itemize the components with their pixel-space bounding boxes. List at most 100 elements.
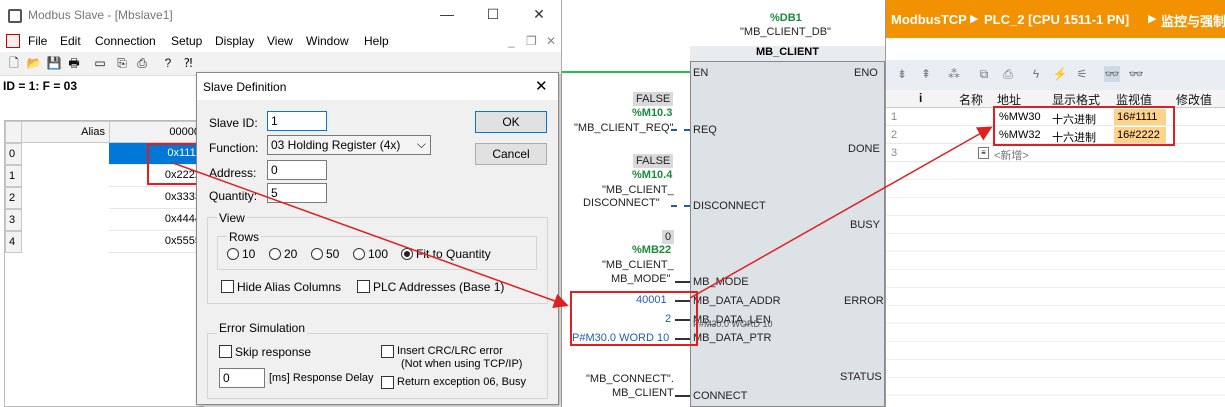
table-row[interactable]: 0x3333 <box>109 187 205 209</box>
monitor-all-icon[interactable]: 👓 <box>1104 66 1120 82</box>
block-title: MB_CLIENT <box>690 46 885 62</box>
rows-option-label: Fit to Quantity <box>416 247 491 261</box>
menu-edit[interactable]: Edit <box>60 34 81 48</box>
function-select[interactable]: 03 Holding Register (4x) ⌵ <box>267 135 431 155</box>
insert-crc-note: (Not when using TCP/IP) <box>401 358 523 370</box>
rows-label: Rows <box>227 230 262 244</box>
close-icon[interactable]: ✕ <box>524 6 554 26</box>
insert-crc-checkbox[interactable] <box>381 345 394 358</box>
minimize-icon[interactable]: — <box>432 6 462 26</box>
skip-response-checkbox[interactable] <box>219 345 232 358</box>
rows-radio-fit[interactable] <box>401 248 413 260</box>
hide-alias-checkbox[interactable] <box>221 280 234 293</box>
response-delay-input[interactable]: 0 <box>219 368 265 388</box>
menu-display[interactable]: Display <box>215 34 254 48</box>
db-name: %DB1 <box>770 12 802 24</box>
disc-address: %M10.4 <box>632 169 673 181</box>
slave-id-input[interactable]: 1 <box>267 111 327 131</box>
force-icon[interactable]: ϟ <box>1028 66 1044 82</box>
insert-crc-label: Insert CRC/LRC error <box>397 345 503 357</box>
error-sim-label: Error Simulation <box>217 321 308 335</box>
return-exception-checkbox[interactable] <box>381 376 394 389</box>
db-symbol: "MB_CLIENT_DB" <box>740 26 831 38</box>
modify-icon[interactable]: ⁂ <box>946 66 962 82</box>
unforce-icon[interactable]: ⚟ <box>1074 66 1090 82</box>
breadcrumb: ModbusTCP ▶ PLC_2 [CPU 1511-1 PN] ▶ 监控与强… <box>886 0 1225 38</box>
breadcrumb-project[interactable]: ModbusTCP <box>891 12 967 27</box>
save-icon[interactable]: 💾 <box>46 55 62 71</box>
new-row-icon: ≡ <box>978 147 989 159</box>
pin-mb-data-ptr: MB_DATA_PTR <box>693 332 772 344</box>
monitor-icon[interactable]: ⧉ <box>976 66 992 82</box>
highlight-box-watch <box>993 106 1175 146</box>
rows-radio-20[interactable] <box>269 248 281 260</box>
rows-radio-100[interactable] <box>353 248 365 260</box>
pin-disconnect: DISCONNECT <box>693 200 766 212</box>
mode-wire <box>675 281 690 283</box>
table-row[interactable]: 0x4444 <box>109 209 205 231</box>
plc-addresses-checkbox[interactable] <box>357 280 370 293</box>
help-icon[interactable]: ? <box>160 55 176 71</box>
rows-option-label: 20 <box>284 247 298 261</box>
window-icon[interactable]: ▭ <box>92 55 108 71</box>
title-bar: Modbus Slave - [Mbslave1] — ☐ ✕ <box>0 0 561 32</box>
mode-symbol-2: MB_MODE" <box>611 273 671 285</box>
row-number: 3 <box>891 147 898 159</box>
view-label: View <box>217 211 247 225</box>
context-help-icon[interactable]: ⁈ <box>180 55 196 71</box>
row-number: 2 <box>891 129 898 141</box>
quantity-input[interactable]: 5 <box>267 183 327 203</box>
close-icon[interactable]: ✕ <box>535 77 548 95</box>
rows-radio-10[interactable] <box>227 248 239 260</box>
req-wire <box>671 129 690 131</box>
menu-window[interactable]: Window <box>306 34 349 48</box>
mb-client-block-view: %DB1 "MB_CLIENT_DB" MB_CLIENT EN REQ DIS… <box>562 0 885 407</box>
connect-icon[interactable]: ⎘ <box>114 55 130 71</box>
mode-value: 0 <box>662 230 675 244</box>
breadcrumb-watch[interactable]: 监控与强制 <box>1161 11 1225 30</box>
mdi-restore-icon[interactable]: ❐ <box>526 34 537 48</box>
mode-symbol-1: "MB_CLIENT_ <box>602 259 674 271</box>
force-all-icon[interactable]: ⚡ <box>1052 66 1068 82</box>
mdi-minimize-icon[interactable]: _ <box>508 34 515 48</box>
ok-button[interactable]: OK <box>475 111 547 133</box>
watch-toolbar: ⇟ ⇞ ⁂ ⧉ ⎙ ϟ ⚡ ⚟ 👓 👓 <box>886 60 1225 90</box>
row-number: 0 <box>5 143 22 165</box>
pin-overlap-text: P#M30.0 WORD 10 <box>693 319 773 329</box>
print-icon[interactable]: 🖶 <box>66 55 82 71</box>
display-format-icon[interactable]: ⎙ <box>1000 66 1016 82</box>
mode-address: %MB22 <box>632 244 672 256</box>
menu-file[interactable]: File <box>28 34 47 48</box>
alias-header: Alias <box>21 121 110 143</box>
return-exception-label: Return exception 06, Busy <box>397 376 527 388</box>
table-row[interactable] <box>886 144 1225 162</box>
add-new-row[interactable]: <新增> <box>994 147 1029 163</box>
mdi-close-icon[interactable]: ✕ <box>546 34 556 48</box>
rows-radio-50[interactable] <box>311 248 323 260</box>
pin-connect: CONNECT <box>693 390 748 402</box>
maximize-icon[interactable]: ☐ <box>478 6 508 26</box>
dialog-title-bar: Slave Definition ✕ <box>197 73 558 100</box>
cancel-button[interactable]: Cancel <box>475 143 547 165</box>
menu-connection[interactable]: Connection <box>95 34 156 48</box>
plc-addresses-label: PLC Addresses (Base 1) <box>373 280 505 294</box>
menu-help[interactable]: Help <box>364 34 389 48</box>
row-number: 4 <box>5 231 22 253</box>
address-input[interactable]: 0 <box>267 160 327 180</box>
new-icon[interactable]: 🗋 <box>6 55 22 71</box>
response-delay-label: [ms] Response Delay <box>269 372 374 384</box>
monitor-once-icon[interactable]: 👓 <box>1128 66 1144 82</box>
disconnect-icon[interactable]: ⎙ <box>134 55 150 71</box>
conn-symbol-1: "MB_CONNECT". <box>586 373 674 385</box>
breadcrumb-plc[interactable]: PLC_2 [CPU 1511-1 PN] <box>984 12 1129 27</box>
menu-view[interactable]: View <box>267 34 293 48</box>
slave-id-label: Slave ID: <box>209 116 258 130</box>
pin-mb-mode: MB_MODE <box>693 276 749 288</box>
table-row[interactable]: 0x5555 <box>109 231 205 253</box>
add-row-icon[interactable]: ⇞ <box>918 66 934 82</box>
menu-setup[interactable]: Setup <box>171 34 202 48</box>
insert-row-icon[interactable]: ⇟ <box>894 66 910 82</box>
rows-option-label: 100 <box>368 247 389 261</box>
pin-done: DONE <box>848 143 880 155</box>
open-icon[interactable]: 📂 <box>26 55 42 71</box>
